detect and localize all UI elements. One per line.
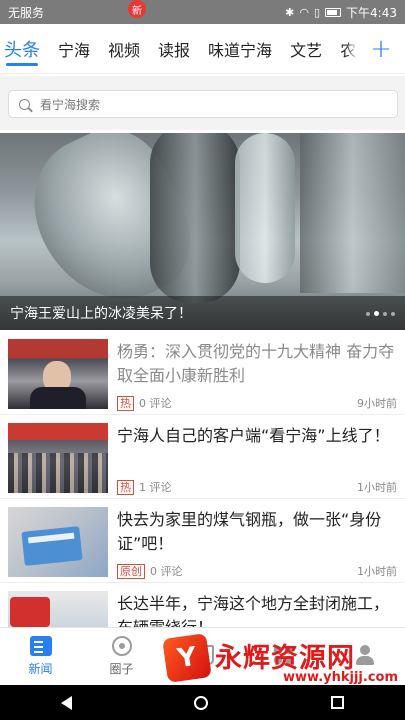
carousel-dot — [391, 311, 395, 316]
nav-label: 圈子 — [109, 662, 134, 676]
bluetooth-icon: ✱ — [285, 5, 295, 19]
nav-circle[interactable]: 圈子 — [81, 628, 162, 685]
banner-title: 宁海王爱山上的冰凌美呆了！ — [10, 306, 192, 322]
nav-label: 新闻 — [28, 662, 53, 676]
hot-tag: 热 — [117, 395, 134, 411]
home-icon[interactable] — [194, 695, 209, 710]
news-meta: 热 1 评论 1小时前 — [117, 479, 397, 495]
comment-count: 0 评论 — [150, 565, 183, 578]
status-bar: 无服务 ✱ ◠ ▯ 下午4:43 — [0, 0, 405, 24]
search-area: 看宁海搜索 — [0, 76, 405, 130]
tab-ninghai[interactable]: 宁海 — [58, 24, 90, 73]
nav-news[interactable]: 新闻 — [0, 628, 81, 685]
status-icons: ✱ ◠ ▯ 下午4:43 — [285, 4, 397, 21]
banner-image-icicle — [150, 133, 240, 303]
news-thumbnail — [8, 507, 108, 577]
search-placeholder: 看宁海搜索 — [40, 97, 101, 112]
carousel-dot-active — [374, 311, 379, 316]
banner-image-icicle — [235, 133, 295, 283]
carrier-text: 无服务 — [8, 5, 45, 20]
news-title: 长达半年，宁海这个地方全封闭施工，车辆需绕行！ — [117, 594, 390, 627]
circle-icon — [111, 636, 132, 656]
search-icon — [19, 98, 30, 110]
bottom-nav: 新闻 圈子 — [0, 627, 405, 685]
news-item[interactable]: 长达半年，宁海这个地方全封闭施工，车辆需绕行！ — [0, 583, 405, 627]
battery-icon — [325, 7, 342, 17]
news-time: 9小时前 — [357, 397, 397, 410]
bag-icon — [191, 644, 214, 665]
comment-count: 0 评论 — [139, 397, 172, 410]
news-thumbnail — [8, 339, 108, 409]
news-title: 宁海人自己的客户端“看宁海”上线了！ — [117, 426, 390, 445]
search-input[interactable]: 看宁海搜索 — [8, 90, 398, 118]
user-icon — [354, 644, 376, 665]
tab-headlines[interactable]: 头条 — [4, 24, 40, 73]
banner-carousel[interactable]: 宁海王爱山上的冰凌美呆了！ — [0, 133, 405, 330]
carousel-dot — [383, 311, 387, 316]
wifi-icon: ◠ — [299, 5, 309, 19]
tab-agriculture[interactable]: 农 — [340, 24, 356, 73]
news-icon — [29, 636, 52, 656]
recent-apps-icon[interactable] — [330, 696, 344, 709]
tab-arts[interactable]: 文艺 — [290, 24, 322, 73]
nav-profile[interactable] — [324, 628, 405, 685]
thumb-figure — [30, 387, 86, 409]
news-time: 1小时前 — [357, 481, 397, 494]
banner-image-icicle — [300, 133, 405, 293]
carousel-dot — [366, 311, 370, 316]
news-meta: 热 0 评论 9小时前 — [117, 395, 397, 411]
nav-services[interactable] — [243, 628, 324, 685]
original-tag: 原创 — [117, 563, 145, 579]
news-title: 杨勇：深入贯彻党的十九大精神 奋力夺取全面小康新胜利 — [117, 342, 395, 385]
grid-icon — [272, 644, 295, 665]
news-title: 快去为家里的煤气钢瓶，做一张“身份证”吧！ — [117, 510, 382, 553]
new-badge: 新 — [128, 0, 146, 18]
banner-caption[interactable]: 宁海王爱山上的冰凌美呆了！ — [0, 296, 405, 330]
back-icon[interactable] — [61, 695, 73, 710]
news-list: 杨勇：深入贯彻党的十九大精神 奋力夺取全面小康新胜利 热 0 评论 9小时前 宁… — [0, 331, 405, 627]
news-meta: 原创 0 评论 1小时前 — [117, 563, 397, 579]
channel-tabs: 头条 宁海 视频 读报 味道宁海 文艺 农 + — [0, 24, 405, 74]
add-channel-button[interactable]: + — [357, 24, 405, 73]
hot-tag: 热 — [117, 479, 134, 495]
news-thumbnail — [8, 423, 108, 493]
carousel-dots — [366, 311, 395, 316]
tab-newspaper[interactable]: 读报 — [158, 24, 190, 73]
sim-icon: ▯ — [313, 5, 321, 19]
tab-video[interactable]: 视频 — [108, 24, 140, 73]
news-item[interactable]: 快去为家里的煤气钢瓶，做一张“身份证”吧！ 原创 0 评论 1小时前 — [0, 499, 405, 583]
thumb-sign — [10, 597, 50, 627]
thumb-audience — [8, 453, 108, 493]
thumb-card — [21, 526, 83, 566]
news-item[interactable]: 宁海人自己的客户端“看宁海”上线了！ 热 1 评论 1小时前 — [0, 415, 405, 499]
news-time: 1小时前 — [357, 565, 397, 578]
clock-text: 下午4:43 — [346, 5, 397, 20]
system-nav-bar — [0, 685, 405, 720]
news-thumbnail — [8, 591, 108, 627]
comment-count: 1 评论 — [139, 481, 172, 494]
news-item[interactable]: 杨勇：深入贯彻党的十九大精神 奋力夺取全面小康新胜利 热 0 评论 9小时前 — [0, 331, 405, 415]
nav-shop[interactable] — [162, 628, 243, 685]
tab-taste-ninghai[interactable]: 味道宁海 — [208, 24, 272, 73]
